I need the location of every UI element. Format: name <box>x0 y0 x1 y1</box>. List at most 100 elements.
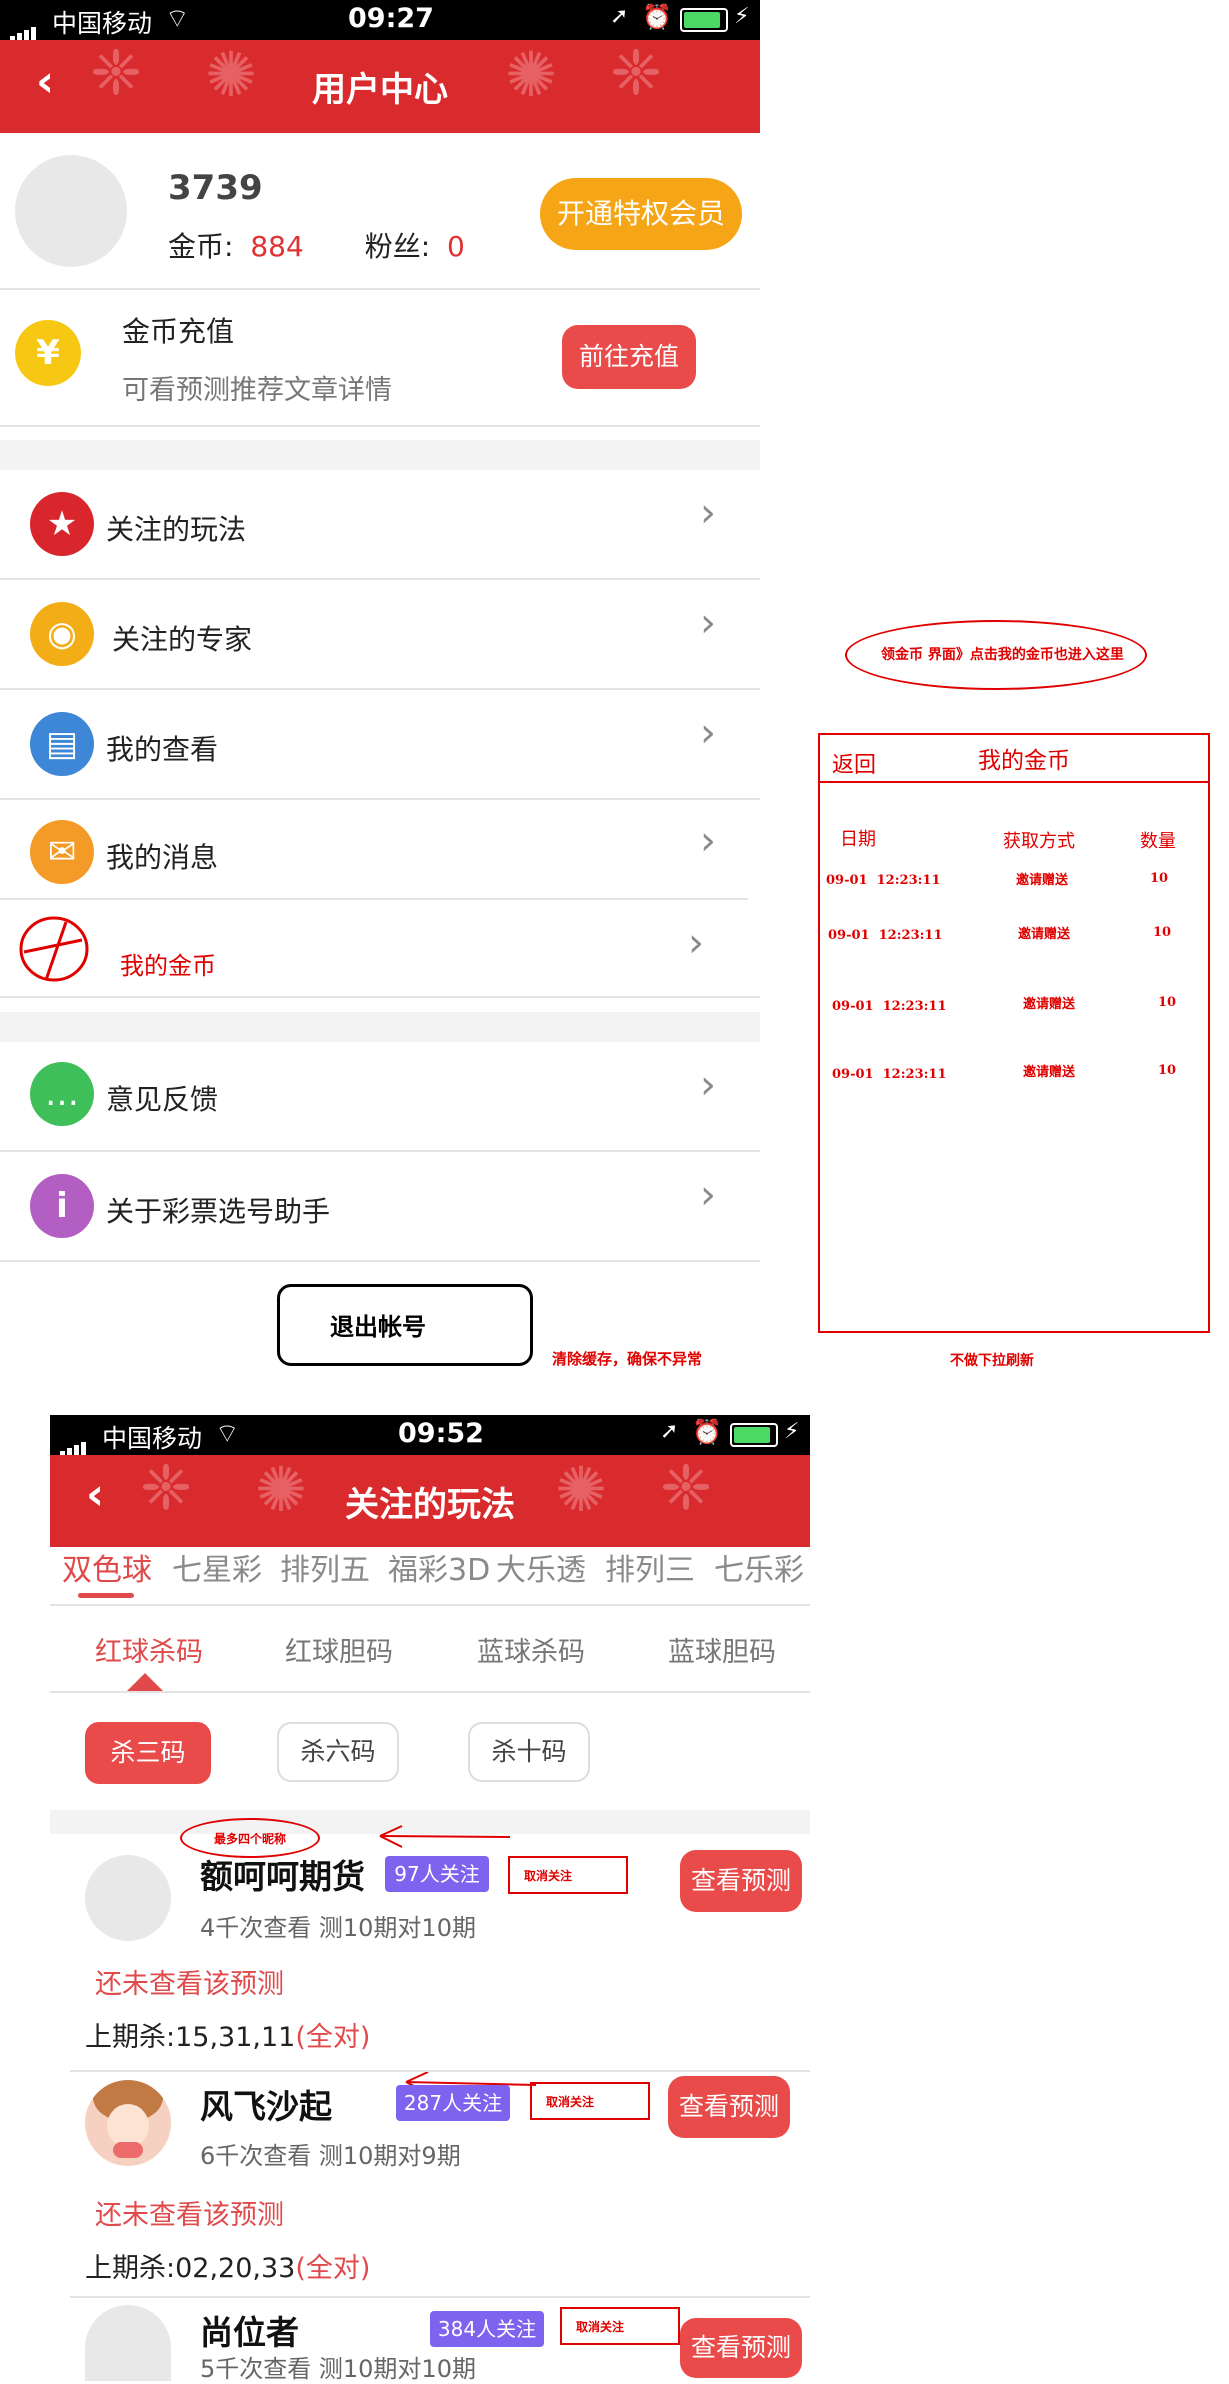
coin-panel-note: 不做下拉刷新 <box>950 1353 1034 1369</box>
coin-row-amount: 10 <box>1153 925 1172 940</box>
menu-item-label: 关注的专家 <box>112 623 253 656</box>
avatar[interactable] <box>85 1855 171 1941</box>
active-tab-underline <box>78 1593 134 1598</box>
coin-row-amount: 10 <box>1158 1063 1177 1078</box>
section-gap <box>0 1012 760 1042</box>
coin-row-amount: 10 <box>1158 995 1177 1010</box>
avatar-bow <box>113 2142 143 2158</box>
recharge-title: 金币充值 <box>122 315 235 348</box>
charging-icon: ⚡ <box>734 4 750 29</box>
expert-stats: 5千次查看 测10期对10期 <box>200 2355 476 2383</box>
tab-lottery[interactable]: 排列三 <box>605 1545 695 1589</box>
chevron-right-icon: › <box>688 920 704 966</box>
unfollow-annotation[interactable]: 取消关注 <box>508 1856 628 1894</box>
tab-lottery[interactable]: 排列五 <box>280 1545 370 1589</box>
menu-item-label: 关注的玩法 <box>106 513 247 546</box>
subtab-red-bold[interactable]: 红球胆码 <box>285 1630 393 1669</box>
battery-icon <box>730 1423 778 1447</box>
subtab-blue-kill[interactable]: 蓝球杀码 <box>477 1630 585 1669</box>
eye-icon: ◉ <box>30 602 94 666</box>
followers-badge: 287人关注 <box>396 2085 510 2121</box>
menu-item-label: 我的金币 <box>120 952 216 980</box>
unfollow-label: 取消关注 <box>546 2095 595 2109</box>
chip-kill-three[interactable]: 杀三码 <box>85 1722 211 1784</box>
view-prediction-button[interactable]: 查看预测 <box>680 1850 802 1912</box>
vip-button[interactable]: 开通特权会员 <box>540 178 742 250</box>
recharge-button[interactable]: 前往充值 <box>562 325 696 389</box>
page-title: 关注的玩法 <box>345 1485 515 1525</box>
unfollow-annotation[interactable]: 取消关注 <box>530 2082 650 2120</box>
star-icon: ★ <box>30 492 94 556</box>
tab-lottery[interactable]: 福彩3D <box>388 1545 490 1589</box>
menu-item-my-coins[interactable]: 我的金币 › <box>0 900 760 998</box>
menu-item-label: 我的查看 <box>106 733 219 766</box>
wifi-icon: ⌔ <box>215 1419 240 1449</box>
carrier-label: 中国移动 <box>102 1424 203 1453</box>
unread-notice: 还未查看该预测 <box>95 2200 284 2231</box>
coin-row-method: 邀请赠送 <box>1023 1065 1076 1080</box>
location-icon: ➚ <box>660 1419 679 1444</box>
avatar[interactable] <box>85 2080 171 2166</box>
menu-item-label: 关于彩票选号助手 <box>106 1195 331 1228</box>
menu-item-my-messages[interactable]: ✉ 我的消息 › <box>0 800 760 898</box>
fans-label: 粉丝: <box>364 230 431 263</box>
annotation-ellipse: 领金币 界面》点击我的金币也进入这里 <box>845 620 1147 690</box>
recharge-subtitle: 可看预测推荐文章详情 <box>122 375 392 406</box>
chip-kill-six[interactable]: 杀六码 <box>277 1722 399 1782</box>
menu-item-followed-experts[interactable]: ◉ 关注的专家 › <box>0 580 760 688</box>
envelope-icon: ✉ <box>30 820 94 884</box>
tab-lottery[interactable]: 大乐透 <box>496 1545 586 1589</box>
unfollow-annotation[interactable]: 取消关注 <box>560 2307 680 2345</box>
lottery-tab-bar: 双色球 七星彩 排列五 福彩3D 大乐透 排列三 七乐彩 <box>50 1545 810 1603</box>
coins-value: 884 <box>250 230 304 263</box>
tab-lottery[interactable]: 七星彩 <box>172 1545 262 1589</box>
wifi-icon: ⌔ <box>165 4 190 34</box>
logout-button[interactable]: 退出帐号 <box>277 1284 533 1366</box>
chevron-right-icon: › <box>700 1172 716 1218</box>
subtab-red-kill[interactable]: 红球杀码 <box>95 1630 203 1669</box>
coin-row-method: 邀请赠送 <box>1018 927 1071 942</box>
nickname-note: 最多四个昵称 <box>214 1832 287 1846</box>
fans-value: 0 <box>447 230 465 263</box>
subtab-blue-bold[interactable]: 蓝球胆码 <box>668 1630 776 1669</box>
divider <box>70 2296 810 2298</box>
menu-item-label: 意见反馈 <box>106 1083 219 1116</box>
coin-panel-back[interactable]: 返回 <box>832 747 876 779</box>
column-header-method: 获取方式 <box>1003 831 1075 852</box>
tab-lottery[interactable]: 双色球 <box>62 1545 152 1589</box>
chat-bubble-icon: … <box>30 1062 94 1126</box>
divider <box>0 1260 760 1262</box>
divider <box>70 2070 810 2072</box>
logout-note: 清除缓存，确保不异常 <box>552 1350 703 1368</box>
signal-icon <box>60 1427 88 1457</box>
divider <box>50 1604 810 1606</box>
menu-item-followed-plays[interactable]: ★ 关注的玩法 › <box>0 470 760 578</box>
clock: 09:27 <box>348 3 434 34</box>
clock: 09:52 <box>398 1418 484 1449</box>
coin-row-method: 邀请赠送 <box>1023 997 1076 1012</box>
last-kill: 上期杀:02,20,33(全对) <box>85 2246 370 2285</box>
chevron-right-icon: › <box>700 818 716 864</box>
menu-item-my-views[interactable]: ▤ 我的查看 › <box>0 690 760 798</box>
chevron-right-icon: › <box>700 710 716 756</box>
expert-stats: 6千次查看 测10期对9期 <box>200 2142 461 2170</box>
coin-stats: 金币: 884 粉丝: 0 <box>168 225 465 265</box>
chip-kill-ten[interactable]: 杀十码 <box>468 1722 590 1782</box>
tab-lottery[interactable]: 七乐彩 <box>714 1545 804 1589</box>
document-search-icon: ▤ <box>30 712 94 776</box>
coin-row-method: 邀请赠送 <box>1016 873 1069 888</box>
menu-item-label: 我的消息 <box>106 841 219 874</box>
avatar[interactable] <box>85 2305 171 2381</box>
menu-item-about[interactable]: i 关于彩票选号助手 › <box>0 1152 760 1260</box>
coin-panel: 返回 我的金币 日期 获取方式 数量 09-01 12:23:11 邀请赠送 1… <box>818 733 1210 1333</box>
avatar[interactable] <box>15 155 127 267</box>
coin-row-date: 09-01 12:23:11 <box>828 928 943 943</box>
view-prediction-button[interactable]: 查看预测 <box>668 2076 790 2138</box>
alarm-icon: ⏰ <box>642 3 672 31</box>
view-prediction-button[interactable]: 查看预测 <box>680 2318 802 2378</box>
followers-badge: 384人关注 <box>430 2311 544 2347</box>
coin-row-date: 09-01 12:23:11 <box>832 999 947 1014</box>
menu-item-feedback[interactable]: … 意见反馈 › <box>0 1042 760 1150</box>
arrow-annotation <box>379 1825 511 1848</box>
coin-row-amount: 10 <box>1150 871 1169 886</box>
